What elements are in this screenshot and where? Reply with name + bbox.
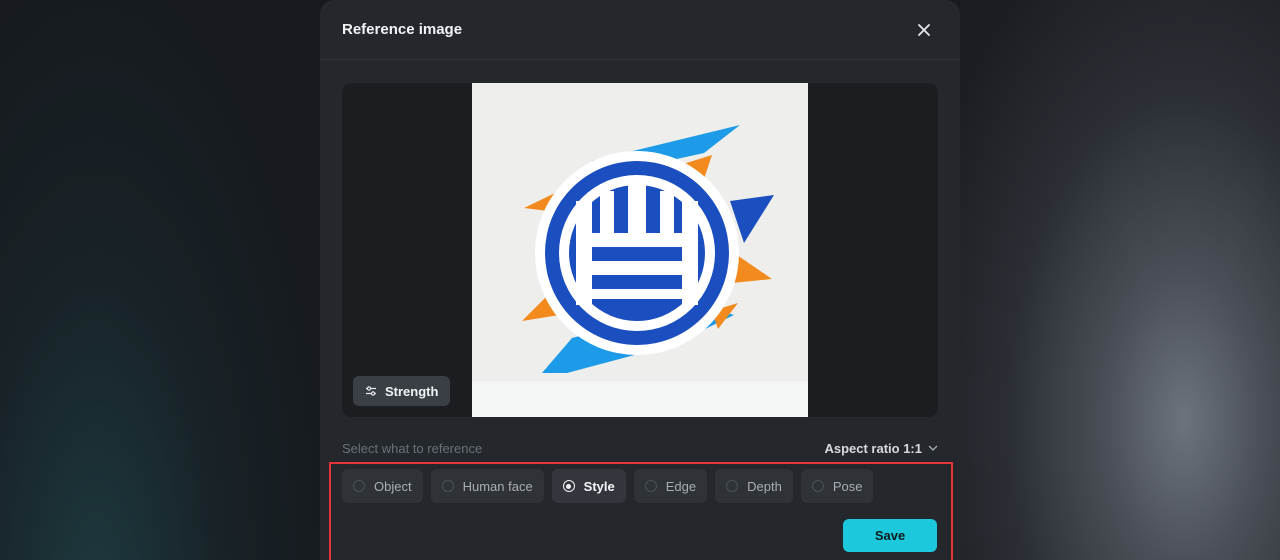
option-label: Pose (832, 478, 863, 494)
modal-header: Reference image (320, 0, 960, 60)
radio-icon (353, 480, 365, 492)
radio-icon (726, 480, 739, 492)
option-label: Edge (665, 478, 697, 494)
option-label: Object (374, 478, 412, 494)
option-label: Human face (462, 478, 533, 494)
option-depth[interactable]: Depth (715, 469, 793, 503)
option-label: Style (583, 478, 615, 494)
strength-label: Strength (385, 383, 439, 399)
chevron-down-icon (928, 445, 938, 451)
save-label: Save (874, 528, 906, 543)
option-human-face[interactable]: Human face (430, 469, 544, 503)
reference-image-modal: Reference image Strength Select what to … (320, 0, 960, 560)
save-button[interactable]: Save (843, 519, 937, 552)
radio-icon (441, 480, 454, 492)
background-left (0, 0, 320, 560)
option-object[interactable]: Object (342, 469, 423, 503)
radio-icon (644, 480, 657, 492)
option-style[interactable]: Style (551, 469, 626, 503)
reference-label: Select what to reference (342, 440, 483, 456)
option-pose[interactable]: Pose (800, 469, 874, 503)
image-bottom-strip (472, 381, 808, 417)
logo-image (522, 125, 774, 373)
radio-selected-icon (562, 480, 575, 492)
aspect-ratio-label: Aspect ratio 1:1 (824, 440, 922, 456)
radio-icon (811, 480, 824, 492)
reference-options: Object Human face Style Edge Depth Pose (342, 469, 874, 503)
sliders-icon (366, 386, 376, 396)
close-button[interactable] (910, 16, 938, 44)
option-label: Depth (747, 478, 782, 494)
aspect-ratio-dropdown[interactable]: Aspect ratio 1:1 (824, 441, 938, 456)
close-icon (918, 23, 930, 36)
background-right (960, 0, 1280, 560)
reference-preview: Strength (342, 83, 938, 417)
option-edge[interactable]: Edge (633, 469, 708, 503)
reference-row: Select what to reference Aspect ratio 1:… (342, 438, 938, 458)
strength-button[interactable]: Strength (353, 376, 451, 406)
reference-image (472, 83, 808, 417)
modal-title: Reference image (342, 21, 463, 38)
